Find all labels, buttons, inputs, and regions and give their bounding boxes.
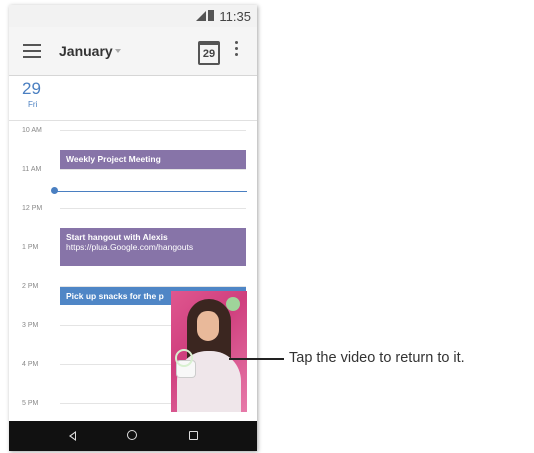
- day-header: 29 Fri: [9, 76, 257, 121]
- recents-icon[interactable]: [189, 431, 198, 440]
- chevron-down-icon[interactable]: [115, 49, 121, 53]
- back-icon[interactable]: [69, 431, 76, 441]
- video-pip[interactable]: [171, 291, 247, 412]
- calendar-today-icon[interactable]: 29: [198, 41, 220, 65]
- callout-line: [229, 358, 284, 360]
- current-time-line: [56, 191, 247, 192]
- pip-ring: [175, 349, 193, 367]
- pip-person-face: [197, 311, 219, 341]
- battery-icon: [208, 10, 214, 21]
- event-link: https://plua.Google.com/hangouts: [66, 242, 194, 252]
- home-icon[interactable]: [127, 430, 137, 440]
- hour-label: 12 PM: [22, 205, 43, 212]
- day-name: Fri: [28, 100, 38, 109]
- current-time-dot: [51, 187, 58, 194]
- event-start-hangout[interactable]: Start hangout with Alexis https://plua.G…: [60, 228, 246, 266]
- hour-label: 2 PM: [22, 283, 39, 290]
- app-bar: January 29: [9, 27, 257, 76]
- status-bar: 11:35: [9, 5, 257, 27]
- day-number[interactable]: 29: [22, 79, 41, 99]
- event-title: Weekly Project Meeting: [66, 154, 161, 164]
- callout-text: Tap the video to return to it.: [289, 350, 465, 366]
- hour-label: 4 PM: [22, 361, 39, 368]
- hour-label: 11 AM: [22, 166, 42, 173]
- hour-label: 10 AM: [22, 127, 42, 134]
- hour-line: [60, 130, 246, 131]
- signal-icon: [196, 11, 206, 21]
- event-title: Start hangout with Alexis: [66, 232, 168, 242]
- hour-line: [60, 169, 246, 170]
- hour-line: [60, 208, 246, 209]
- pip-logo: [226, 297, 240, 311]
- month-title[interactable]: January: [59, 43, 113, 59]
- overflow-icon[interactable]: [235, 41, 239, 59]
- event-weekly-project-meeting[interactable]: Weekly Project Meeting: [60, 150, 246, 169]
- hour-label: 1 PM: [22, 244, 39, 251]
- nav-bar: [9, 421, 257, 451]
- menu-icon[interactable]: [23, 44, 41, 58]
- hour-label: 3 PM: [22, 322, 39, 329]
- phone-screen: 11:35 January 29 29 Fri 10 AM 11 AM 12 P…: [9, 5, 257, 451]
- status-time: 11:35: [219, 9, 251, 24]
- hour-label: 5 PM: [22, 400, 39, 407]
